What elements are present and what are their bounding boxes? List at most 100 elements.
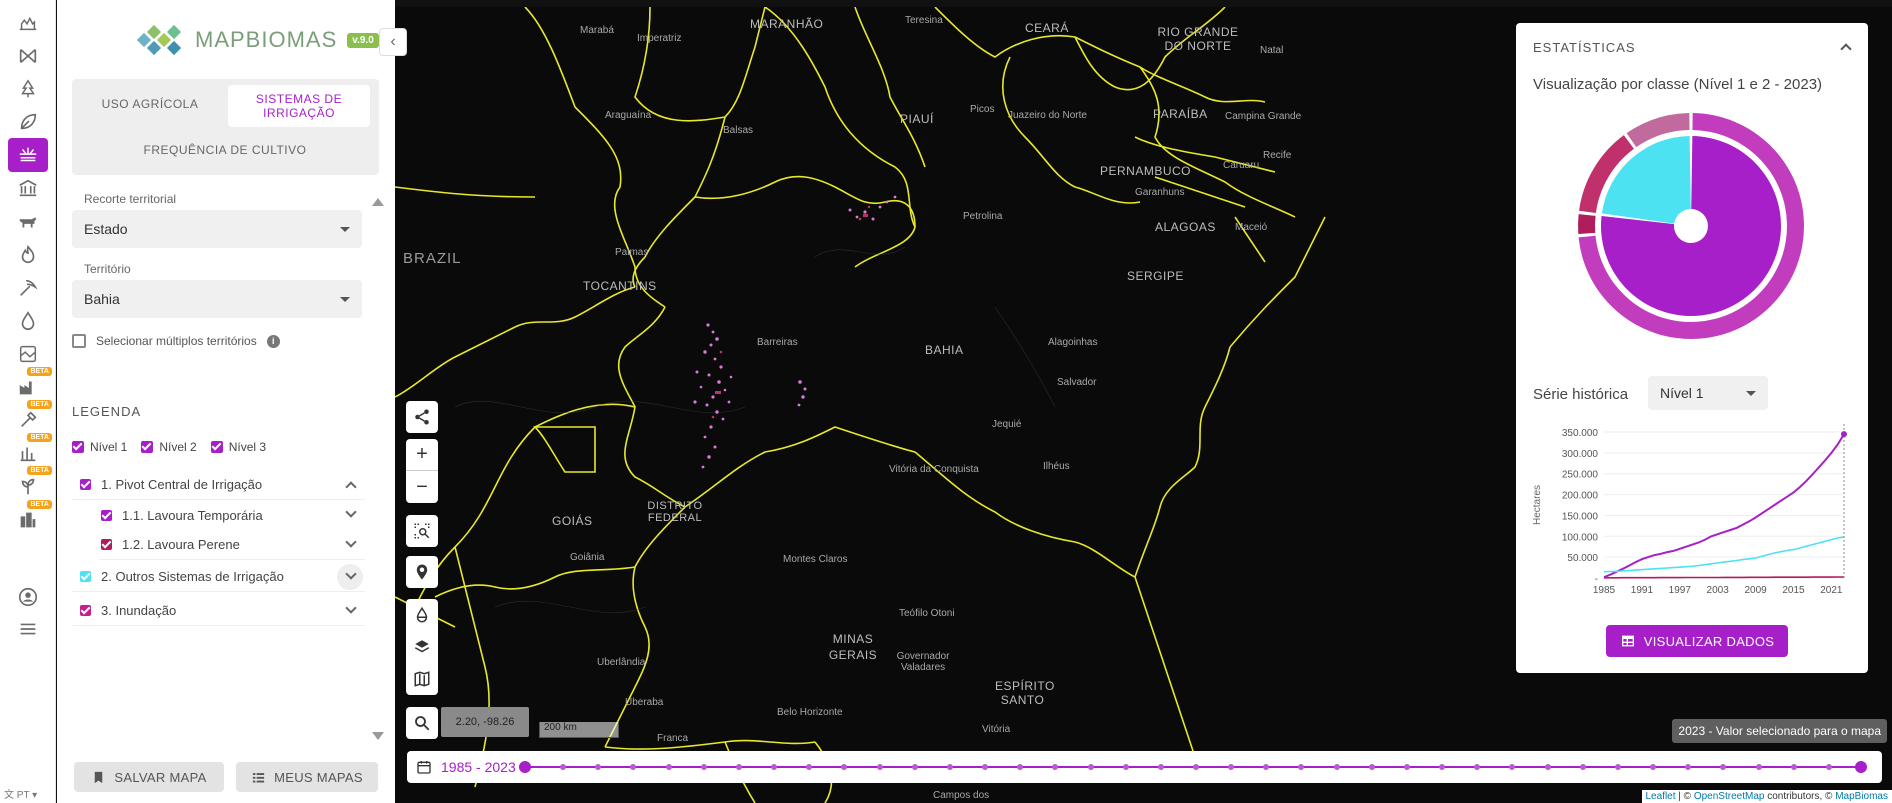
timeline-year-tick[interactable] (1017, 764, 1024, 770)
plant-icon[interactable]: BETA (14, 466, 52, 500)
chevron-up-icon[interactable] (345, 481, 357, 493)
save-map-button[interactable]: SALVAR MAPA (74, 762, 224, 792)
visualize-data-button[interactable]: VISUALIZAR DADOS (1606, 625, 1788, 657)
timeline-year-tick[interactable] (771, 764, 778, 770)
timeline-year-tick[interactable] (1122, 764, 1129, 770)
timeline-track[interactable] (519, 761, 1867, 773)
timeline-year-tick[interactable] (911, 764, 918, 770)
timeline-year-tick[interactable] (1403, 764, 1410, 770)
timeline-year-tick[interactable] (1755, 764, 1762, 770)
fire-icon[interactable] (14, 241, 42, 269)
level-2-toggle[interactable]: Nível 2 (141, 440, 197, 454)
serie-level-select[interactable]: Nível 1 (1648, 376, 1768, 410)
timeline-year-tick[interactable] (841, 764, 848, 770)
timeline-year-tick[interactable] (560, 764, 567, 770)
basemap-icon[interactable] (413, 670, 431, 688)
layers-icon[interactable] (413, 638, 431, 656)
timeline-year-tick[interactable] (1474, 764, 1481, 770)
info-icon[interactable]: i (266, 334, 280, 348)
leaf-icon[interactable] (14, 108, 42, 136)
chevron-down-icon[interactable] (345, 602, 357, 614)
timeline-year-tick[interactable] (946, 764, 953, 770)
timeline-year-tick[interactable] (876, 764, 883, 770)
tab-uso-agricola[interactable]: USO AGRÍCOLA (80, 85, 220, 123)
location-button[interactable] (406, 556, 438, 588)
timeline-year-tick[interactable] (1228, 764, 1235, 770)
timeline-end-handle[interactable] (1855, 761, 1867, 773)
series-line-1[interactable] (1603, 536, 1845, 573)
irrigation-icon[interactable] (8, 138, 48, 172)
mapbiomas-link[interactable]: MapBiomas (1835, 791, 1888, 802)
leaflet-link[interactable]: Leaflet (1646, 791, 1676, 802)
language-select[interactable]: 文 PT ▾ (4, 786, 37, 801)
timeline-year-tick[interactable] (735, 764, 742, 770)
timeline-year-tick[interactable] (1720, 764, 1727, 770)
timeline-year-tick[interactable] (1298, 764, 1305, 770)
timeline-year-tick[interactable] (1509, 764, 1516, 770)
legend-checkbox[interactable] (80, 479, 91, 490)
timeline-year-tick[interactable] (1544, 764, 1551, 770)
forest-icon[interactable] (14, 75, 42, 103)
tab-sistemas-irrigacao[interactable]: SISTEMAS DE IRRIGAÇÃO (228, 85, 370, 127)
water-icon[interactable] (14, 307, 42, 335)
chevron-down-icon[interactable] (345, 536, 357, 548)
multi-territory-checkbox[interactable] (72, 334, 86, 348)
zoom-out-button[interactable]: − (406, 471, 438, 503)
zoom-area-button[interactable] (406, 515, 438, 547)
selected-point[interactable] (1841, 431, 1847, 438)
timeline-year-tick[interactable] (1052, 764, 1059, 770)
timeline-year-tick[interactable] (595, 764, 602, 770)
scroll-down-arrow-icon[interactable] (372, 732, 384, 740)
timeline-year-tick[interactable] (1193, 764, 1199, 770)
legend-item-inundacao[interactable]: 3. Inundação (72, 596, 365, 626)
level-3-checkbox[interactable] (210, 441, 223, 453)
search-coords-button[interactable] (406, 707, 438, 739)
collapse-panel-button[interactable]: ‹ (379, 28, 407, 56)
legend-item-pivot-central[interactable]: 1. Pivot Central de Irrigação (72, 470, 365, 500)
chevron-up-icon[interactable] (1840, 43, 1852, 55)
class-donut-chart[interactable] (1576, 111, 1806, 341)
legend-item-lavoura-temporaria[interactable]: 1.1. Lavoura Temporária (99, 500, 365, 530)
timeline-year-tick[interactable] (1579, 764, 1586, 770)
donut-slice-outer-1[interactable] (1578, 214, 1596, 235)
user-icon[interactable] (14, 583, 42, 611)
scroll-up-arrow-icon[interactable] (372, 198, 384, 206)
historical-line-chart[interactable]: 350.000 300.000 250.000 200.000 150.000 100.0… (1526, 418, 1856, 598)
opacity-icon[interactable] (413, 606, 431, 624)
chart-icon[interactable]: BETA (14, 433, 52, 467)
timeline-year-tick[interactable] (1685, 764, 1692, 770)
timeline-year-tick[interactable] (1157, 764, 1164, 770)
series-line-2[interactable] (1604, 576, 1844, 579)
tab-frequencia-cultivo[interactable]: FREQUÊNCIA DE CULTIVO (80, 131, 370, 169)
timeline-year-tick[interactable] (630, 764, 637, 770)
my-maps-button[interactable]: MEUS MAPAS (236, 762, 378, 792)
timeline-start-handle[interactable] (519, 761, 531, 773)
timeline-slider[interactable]: 1985 - 2023 (407, 751, 1882, 783)
chevron-down-icon[interactable] (345, 506, 357, 518)
map-compare-icon[interactable] (14, 340, 42, 368)
level-3-toggle[interactable]: Nível 3 (210, 440, 266, 454)
timeline-year-tick[interactable] (806, 764, 813, 770)
institution-icon[interactable] (14, 174, 42, 202)
territorio-select[interactable]: Bahia (72, 280, 362, 318)
timeline-year-tick[interactable] (1439, 764, 1446, 770)
level-1-toggle[interactable]: Nível 1 (72, 440, 127, 454)
legend-checkbox[interactable] (101, 509, 112, 521)
legend-item-outros-sistemas[interactable]: 2. Outros Sistemas de Irrigação (72, 562, 365, 592)
urban-icon[interactable]: BETA (14, 500, 52, 534)
legend-checkbox[interactable] (101, 539, 112, 550)
timeline-year-tick[interactable] (1333, 764, 1340, 770)
industry-icon[interactable]: BETA (14, 367, 52, 401)
transition-icon[interactable] (14, 42, 42, 70)
series-line-0[interactable] (1603, 433, 1845, 579)
recorte-select[interactable]: Estado (72, 210, 362, 248)
timeline-year-tick[interactable] (1087, 764, 1094, 770)
timeline-year-tick[interactable] (1825, 764, 1832, 770)
biome-icon[interactable] (14, 8, 42, 36)
timeline-year-tick[interactable] (665, 764, 672, 770)
timeline-year-tick[interactable] (1368, 764, 1375, 770)
zoom-in-button[interactable]: + (406, 439, 438, 471)
cattle-icon[interactable] (14, 208, 42, 236)
tools-icon[interactable]: BETA (14, 400, 52, 434)
level-2-checkbox[interactable] (141, 441, 154, 453)
